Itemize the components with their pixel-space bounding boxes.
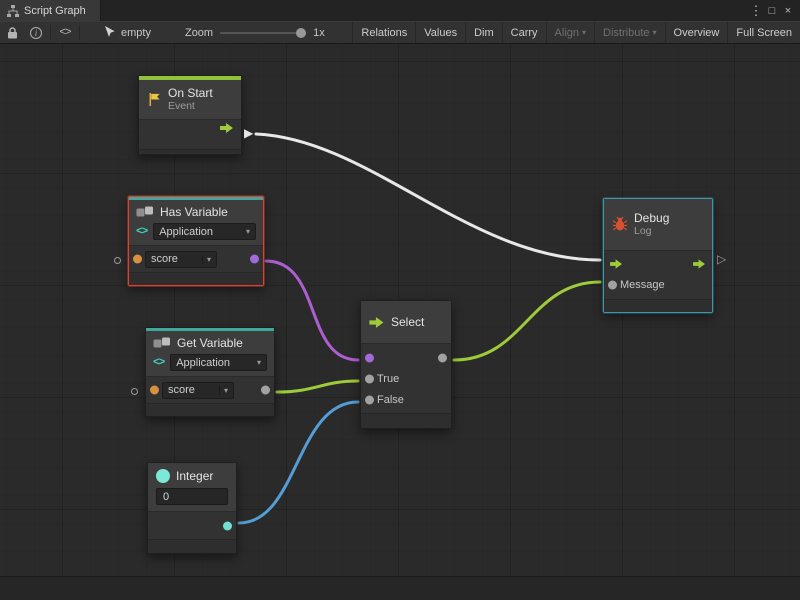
node-get-variable[interactable]: Get Variable <> Application ▾ score ▾ (145, 327, 275, 417)
chevron-down-icon: ▾ (582, 28, 586, 37)
values-button[interactable]: Values (415, 22, 465, 43)
zoom-slider-track (220, 32, 306, 34)
unconnected-port[interactable] (114, 257, 121, 264)
flow-continue-triangle[interactable]: ▷ (717, 253, 726, 265)
info-icon[interactable]: i (24, 22, 48, 43)
flow-output-port[interactable] (693, 259, 706, 270)
select-icon (369, 316, 385, 329)
titlebar: Script Graph ⋮ □ × (0, 0, 800, 21)
flow-output-port[interactable] (220, 122, 234, 134)
maximize-icon[interactable]: □ (764, 5, 780, 17)
false-port-label: False (377, 394, 404, 406)
cursor-icon (104, 26, 115, 39)
chevron-down-icon: ▾ (242, 227, 250, 236)
graph-toolbar: i <> empty Zoom 1x Relations Values Dim … (0, 21, 800, 44)
node-title: Get Variable (177, 336, 243, 350)
scope-dropdown[interactable]: Application ▾ (170, 354, 267, 371)
variable-name-dropdown[interactable]: score ▾ (162, 382, 234, 399)
current-selection-indicator[interactable]: empty (104, 26, 151, 39)
node-title: Has Variable (160, 205, 228, 219)
node-debug-log[interactable]: Debug Log Message (603, 198, 713, 313)
node-subtitle: Event (168, 100, 213, 112)
node-select[interactable]: Select True False (360, 300, 452, 429)
message-port-label: Message (620, 279, 665, 291)
relations-button[interactable]: Relations (352, 22, 415, 43)
name-input-port[interactable] (150, 386, 159, 395)
align-button[interactable]: Align ▾ (546, 22, 594, 43)
value-output-port[interactable] (261, 386, 270, 395)
true-port-label: True (377, 373, 399, 385)
chevron-down-icon: ▾ (253, 358, 261, 367)
number-output-port[interactable] (223, 521, 232, 530)
wire-onstart-to-debuglog[interactable] (256, 134, 600, 260)
flag-icon (147, 92, 162, 107)
condition-input-port[interactable] (365, 353, 374, 362)
tab-script-graph[interactable]: Script Graph (0, 0, 101, 21)
wire-integer-to-select-false[interactable] (239, 402, 358, 523)
code-view-icon[interactable]: <> (53, 22, 77, 43)
toolbar-buttons: Relations Values Dim Carry Align ▾ Distr… (352, 22, 800, 43)
node-on-start[interactable]: On Start Event (138, 75, 242, 155)
chevron-down-icon: ▾ (202, 255, 211, 264)
node-integer[interactable]: Integer 0 (147, 462, 237, 554)
variables-icon (136, 206, 154, 218)
wire-getvariable-to-select-true[interactable] (277, 381, 358, 392)
window-controls: ⋮ □ × (748, 0, 800, 21)
graph-canvas[interactable]: On Start Event ▶ Has Va (0, 44, 800, 576)
lock-icon[interactable] (0, 22, 24, 43)
toolbar-separator (79, 25, 80, 40)
node-title: Debug (634, 211, 669, 225)
zoom-value: 1x (313, 27, 325, 39)
zoom-slider[interactable] (220, 27, 306, 39)
window-menu-icon[interactable]: ⋮ (748, 3, 764, 19)
node-title: Select (391, 315, 424, 329)
integer-value-input[interactable]: 0 (156, 488, 228, 505)
true-input-port[interactable] (365, 374, 374, 383)
script-graph-icon (7, 5, 19, 17)
node-title: On Start (168, 86, 213, 100)
fullscreen-button[interactable]: Full Screen (727, 22, 800, 43)
chevron-down-icon: ▾ (219, 386, 228, 395)
node-has-variable[interactable]: Has Variable <> Application ▾ score ▾ (128, 196, 264, 286)
bug-icon (612, 216, 628, 232)
selection-label: empty (121, 27, 151, 39)
zoom-slider-handle[interactable] (296, 28, 306, 38)
bool-output-port[interactable] (250, 255, 259, 264)
wire-select-to-debuglog-message[interactable] (454, 282, 600, 360)
message-input-port[interactable] (608, 281, 617, 290)
chevron-down-icon: ▾ (653, 28, 657, 37)
toolbar-separator (50, 25, 51, 40)
zoom-label: Zoom (185, 27, 213, 39)
zoom-control: Zoom 1x (185, 27, 325, 39)
carry-button[interactable]: Carry (502, 22, 546, 43)
variable-name-dropdown[interactable]: score ▾ (145, 251, 217, 268)
flow-input-port[interactable] (610, 259, 623, 270)
variable-kind-icon: <> (153, 357, 164, 369)
overview-button[interactable]: Overview (665, 22, 728, 43)
false-input-port[interactable] (365, 395, 374, 404)
selection-output-port[interactable] (438, 353, 447, 362)
variables-icon (153, 337, 171, 349)
tab-label: Script Graph (24, 5, 86, 17)
node-title: Integer (176, 469, 213, 483)
wire-hasvariable-to-select-condition[interactable] (266, 261, 358, 360)
bottom-strip (0, 576, 800, 600)
close-icon[interactable]: × (780, 5, 796, 17)
script-graph-window: Script Graph ⋮ □ × i <> empty (0, 0, 800, 600)
dim-button[interactable]: Dim (465, 22, 502, 43)
node-subtitle: Log (634, 225, 669, 237)
integer-icon (156, 469, 170, 483)
scope-dropdown[interactable]: Application ▾ (153, 223, 256, 240)
name-input-port[interactable] (133, 255, 142, 264)
variable-kind-icon: <> (136, 226, 147, 238)
flow-out-triangle[interactable]: ▶ (244, 127, 253, 139)
unconnected-port[interactable] (131, 388, 138, 395)
distribute-button[interactable]: Distribute ▾ (594, 22, 664, 43)
